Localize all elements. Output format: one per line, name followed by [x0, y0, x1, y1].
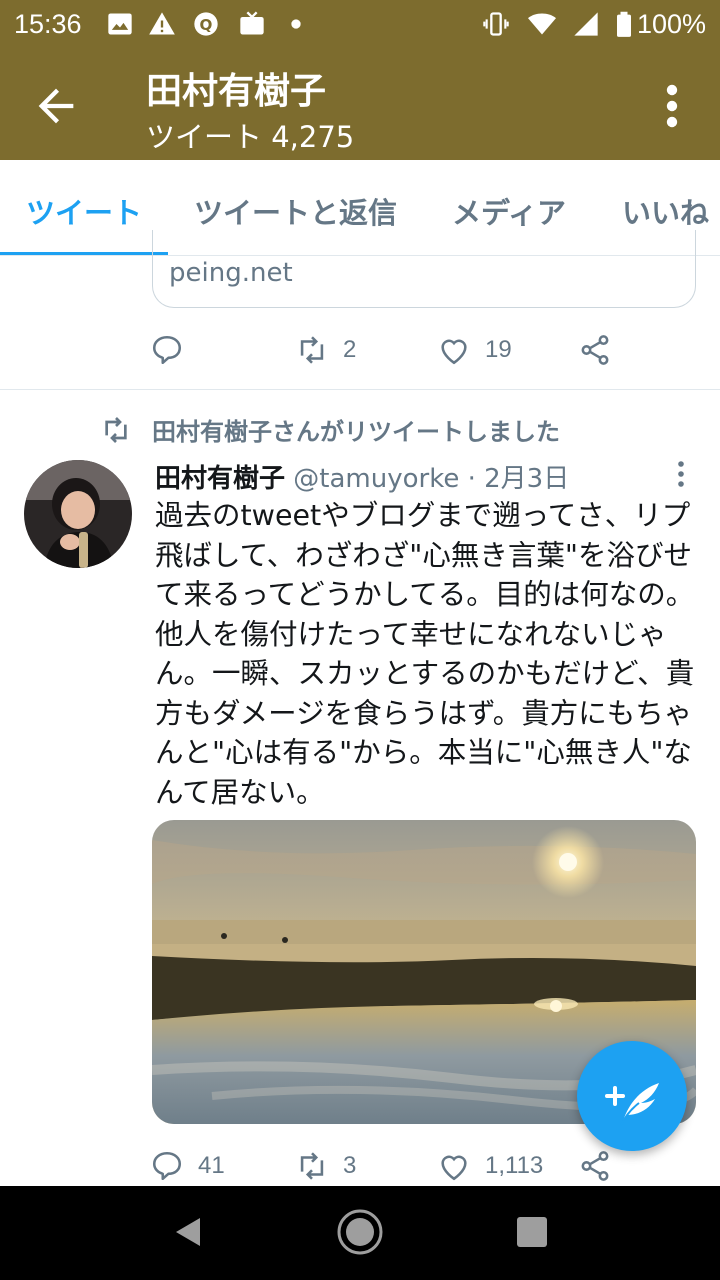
- status-time: 15:36: [14, 9, 82, 39]
- tweet-date: 2月3日: [484, 464, 570, 494]
- chat-bubble-icon: Q: [194, 12, 218, 36]
- like-button[interactable]: 19: [437, 330, 512, 370]
- retweeted-by-text: 田村有樹子さんがリツイートしました: [152, 418, 560, 446]
- reply-icon: [152, 335, 182, 365]
- share-icon: [581, 1151, 609, 1181]
- reply-button[interactable]: 41: [150, 1146, 225, 1186]
- app-header: 田村有樹子 ツイート 4,275: [0, 52, 720, 160]
- svg-text:Q: Q: [200, 16, 213, 34]
- tweet-count: ツイート 4,275: [146, 120, 355, 154]
- tweet-actions: 41 3 1,113: [150, 1146, 620, 1186]
- compose-tweet-button[interactable]: [577, 1041, 687, 1151]
- nav-home-icon[interactable]: [336, 1208, 384, 1256]
- retweet-icon: [300, 1152, 324, 1180]
- tweet-divider: [0, 389, 720, 390]
- system-nav-bar: [0, 1186, 720, 1280]
- vibrate-icon: [483, 12, 509, 36]
- like-count: 19: [485, 336, 512, 363]
- author-handle[interactable]: @tamuyorke: [293, 464, 459, 494]
- battery-icon: [617, 11, 631, 37]
- battery-percent: 100%: [636, 9, 706, 39]
- like-button[interactable]: 1,113: [437, 1146, 543, 1186]
- signal-icon: [574, 12, 598, 36]
- retweet-count: 3: [343, 1152, 357, 1179]
- more-options-icon[interactable]: [660, 82, 684, 130]
- separator: ·: [467, 464, 476, 494]
- wifi-icon: [528, 13, 556, 35]
- share-icon: [581, 335, 609, 365]
- active-tab-indicator: [0, 252, 168, 255]
- share-button[interactable]: [578, 330, 612, 370]
- avatar[interactable]: [24, 460, 132, 568]
- reply-button[interactable]: [150, 330, 184, 370]
- author-name[interactable]: 田村有樹子: [155, 464, 285, 494]
- reply-count: 41: [198, 1152, 225, 1179]
- share-button[interactable]: [578, 1146, 612, 1186]
- tab-media[interactable]: メディア: [452, 190, 566, 232]
- reply-icon: [152, 1151, 182, 1181]
- tv-icon: [240, 11, 264, 35]
- tab-tweets[interactable]: ツイート: [26, 190, 142, 232]
- back-arrow-icon[interactable]: [30, 80, 82, 132]
- nav-back-icon[interactable]: [170, 1214, 206, 1250]
- tab-likes[interactable]: いいね: [622, 190, 709, 232]
- retweeted-by: 田村有樹子さんがリツイートしました: [100, 412, 560, 447]
- link-card-domain: peing.net: [169, 258, 293, 288]
- status-bar: 15:36 Q 100%: [0, 0, 720, 52]
- retweet-button[interactable]: 3: [295, 1146, 356, 1186]
- retweet-icon: [300, 336, 324, 364]
- like-count: 1,113: [485, 1152, 544, 1179]
- retweet-button[interactable]: 2: [295, 330, 356, 370]
- previous-tweet-actions: 2 19: [150, 330, 620, 370]
- heart-icon: [441, 339, 467, 365]
- retweet-count: 2: [343, 336, 357, 363]
- profile-title: 田村有樹子: [146, 71, 327, 112]
- tweet-text: 過去のtweetやブログまで遡ってさ、リプ飛ばして、わざわざ"心無き言葉"を浴び…: [155, 499, 695, 809]
- alert-icon: [149, 12, 175, 35]
- nav-recents-icon[interactable]: [516, 1216, 548, 1248]
- dot-icon: [291, 19, 301, 29]
- tweet-header: 田村有樹子 @tamuyorke · 2月3日: [155, 458, 569, 495]
- tab-tweets-and-replies[interactable]: ツイートと返信: [194, 190, 397, 232]
- compose-feather-icon: [605, 1083, 659, 1126]
- tweet-menu-icon[interactable]: [676, 460, 686, 488]
- retweet-icon: [105, 416, 127, 443]
- heart-icon: [441, 1155, 467, 1181]
- image-icon: [108, 13, 132, 35]
- link-card[interactable]: peing.net: [152, 230, 696, 308]
